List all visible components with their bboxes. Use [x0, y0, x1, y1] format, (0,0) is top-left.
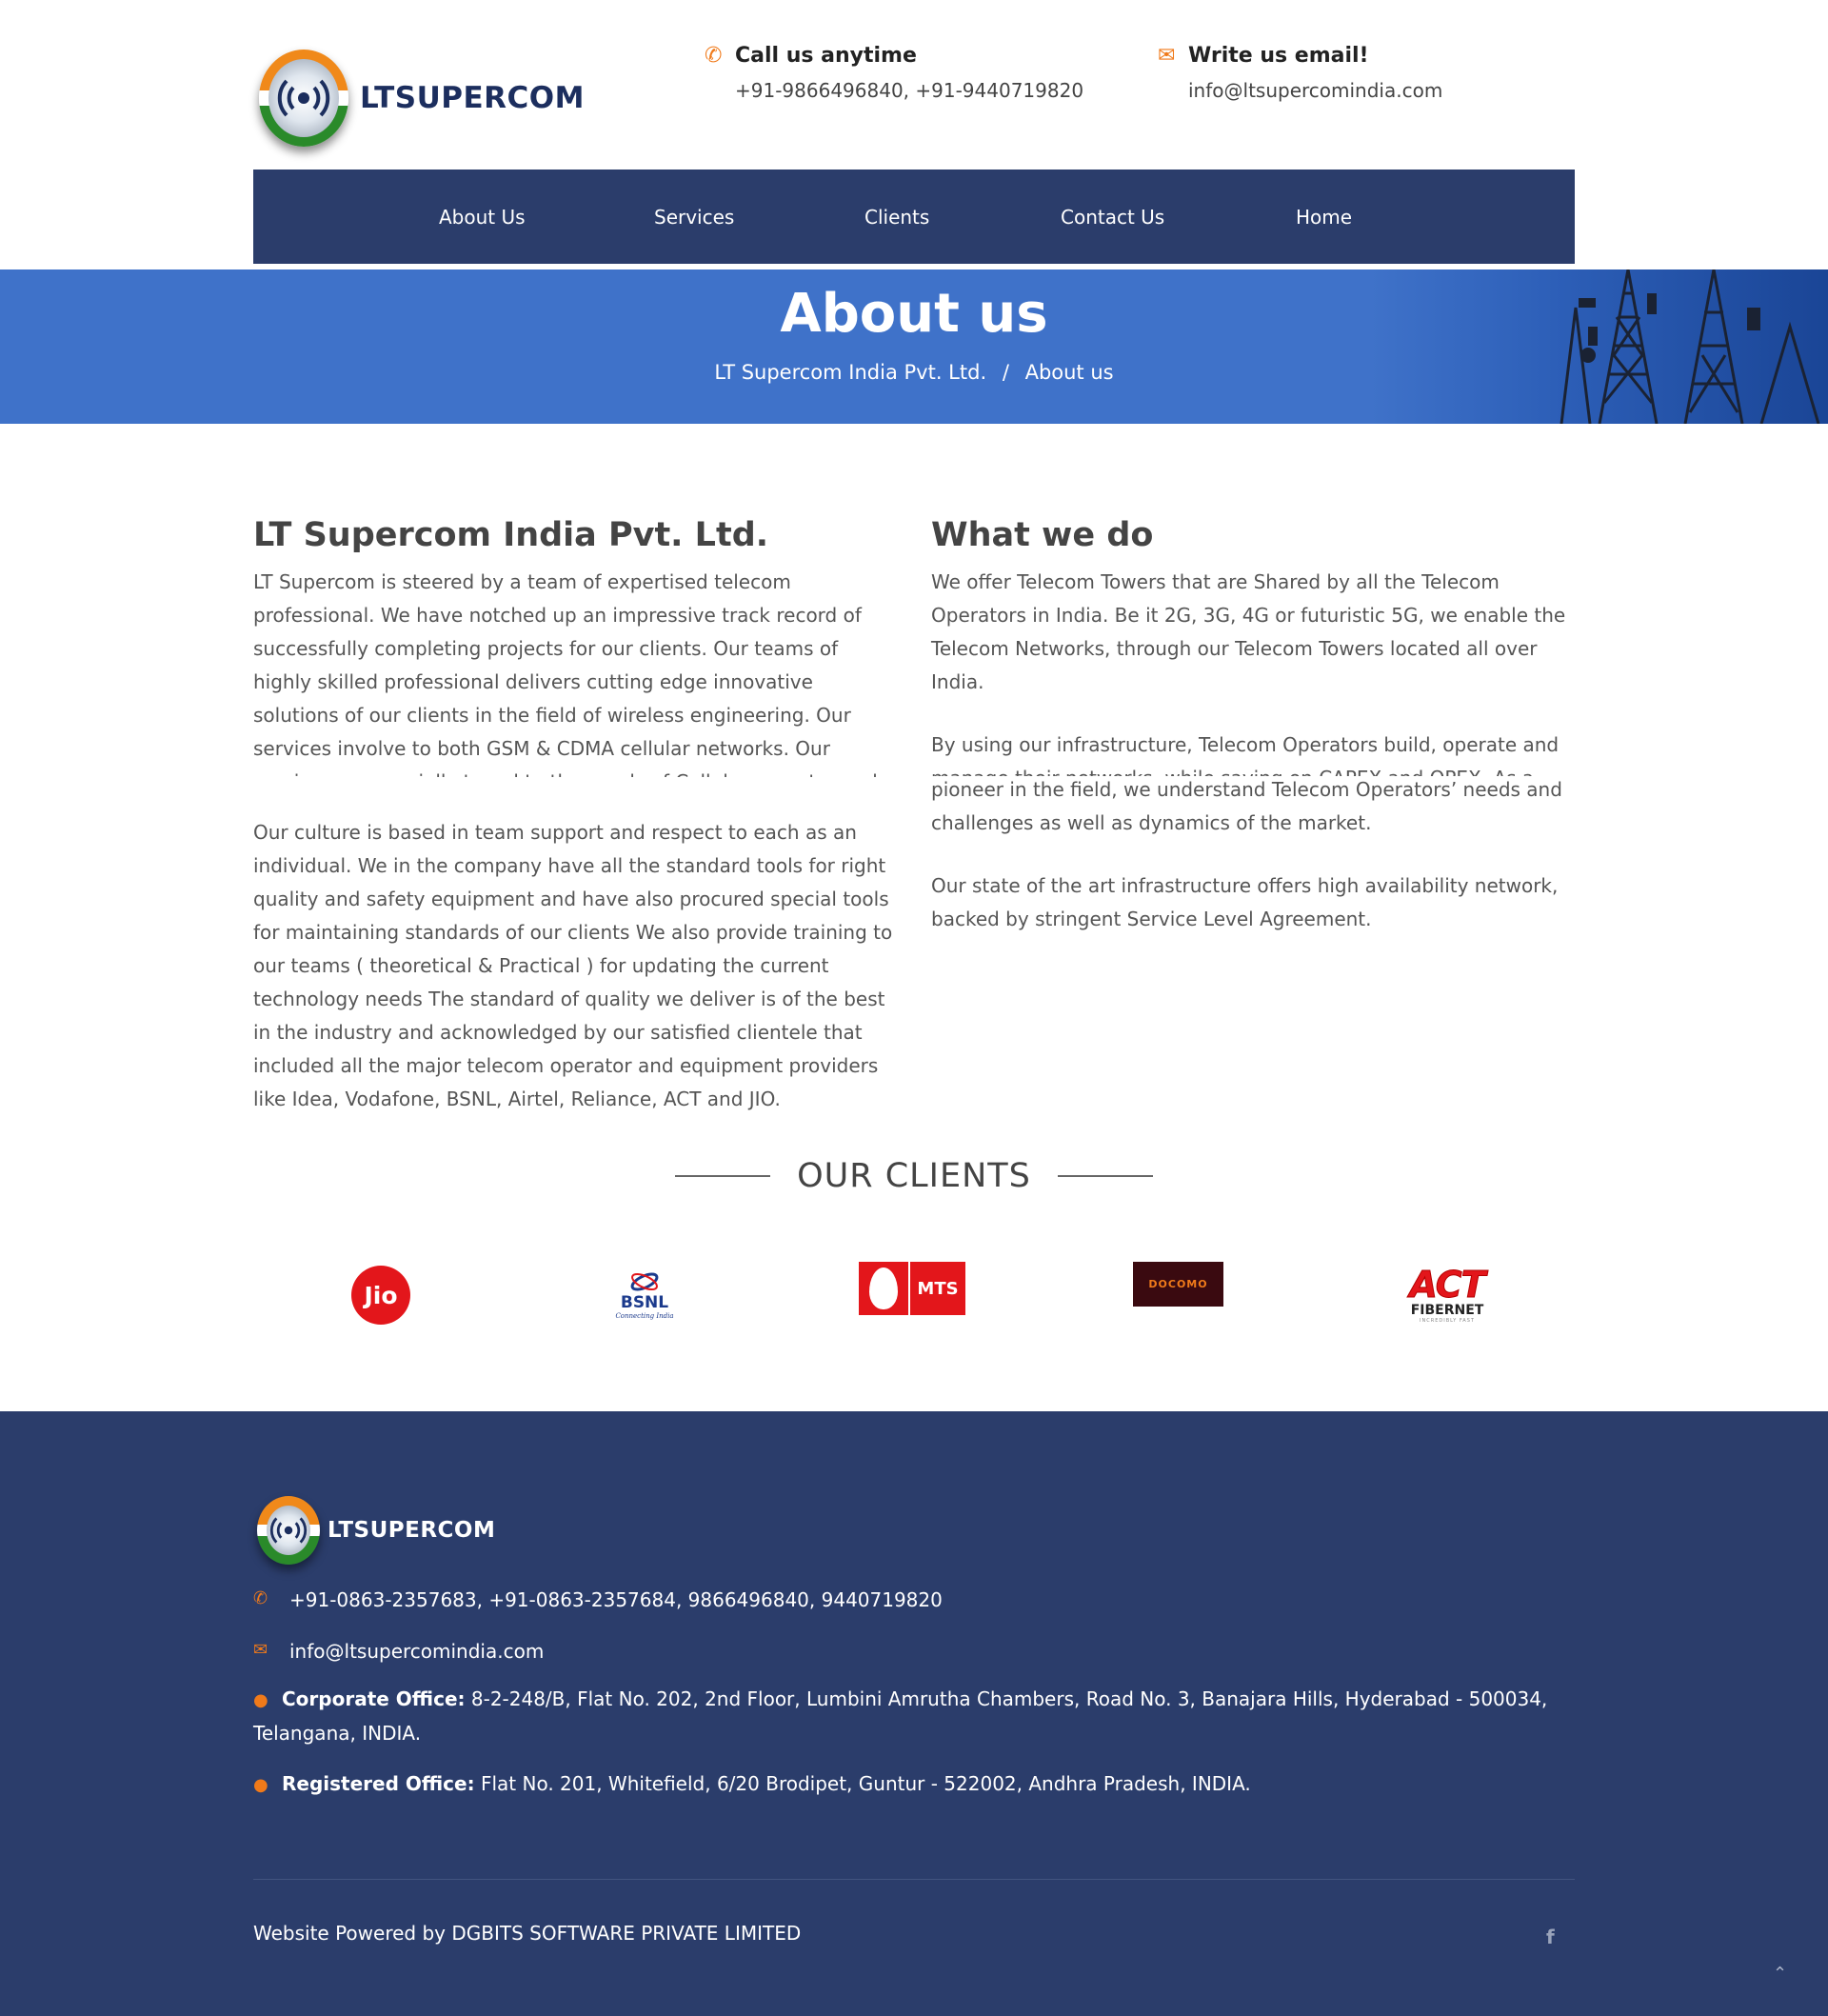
registered-office: ● Registered Office: Flat No. 201, Whitef…: [253, 1767, 1577, 1802]
corporate-office-label: Corporate Office:: [282, 1687, 466, 1710]
what-we-do-paragraph-2b: pioneer in the field, we understand Tele…: [931, 778, 1562, 834]
map-marker-icon: ●: [253, 1690, 268, 1710]
logo-text: LTSUPERCOM: [360, 81, 585, 115]
about-section: LT Supercom India Pvt. Ltd. LT Supercom …: [253, 516, 901, 1116]
page-title: About us: [780, 283, 1048, 345]
what-we-do-heading: What we do: [931, 516, 1154, 554]
bsnl-tagline: Connecting India: [615, 1312, 674, 1320]
breadcrumb-separator: /: [1002, 361, 1009, 384]
footer-phone[interactable]: +91-0863-2357683, +91-0863-2357684, 9866…: [289, 1588, 943, 1611]
breadcrumb: LT Supercom India Pvt. Ltd. / About us: [0, 361, 1828, 384]
facebook-icon[interactable]: f: [1546, 1926, 1555, 1948]
client-logo-docomo[interactable]: DOCOMO: [1133, 1262, 1223, 1307]
footer-phone-row: ✆ +91-0863-2357683, +91-0863-2357684, 98…: [253, 1588, 943, 1611]
what-we-do-paragraph-2a: By using our infrastructure, Telecom Ope…: [931, 733, 1560, 776]
footer-email[interactable]: info@ltsupercomindia.com: [289, 1640, 544, 1663]
client-logo-mts[interactable]: MTS: [859, 1262, 965, 1315]
nav-item-about-us[interactable]: About Us: [439, 206, 526, 229]
client-logo-jio[interactable]: Jio: [350, 1262, 411, 1328]
main-nav: About Us Services Clients Contact Us Hom…: [253, 170, 1575, 264]
phone-icon: ✆: [705, 44, 723, 68]
powered-by[interactable]: Website Powered by DGBITS SOFTWARE PRIVA…: [253, 1922, 801, 1945]
footer-logo[interactable]: LTSUPERCOM: [257, 1496, 495, 1565]
call-block: ✆ Call us anytime +91-9866496840, +91-94…: [705, 44, 1083, 102]
breadcrumb-home[interactable]: LT Supercom India Pvt. Ltd.: [714, 361, 986, 384]
chevron-up-icon[interactable]: ⌃: [1773, 1964, 1787, 1984]
envelope-icon: ✉: [253, 1640, 268, 1660]
act-logo-text: ACT: [1409, 1264, 1486, 1306]
footer-divider: [253, 1879, 1575, 1880]
act-tagline: INCREDIBLY FAST: [1420, 1318, 1475, 1324]
site-header: LTSUPERCOM ✆ Call us anytime +91-9866496…: [253, 0, 1575, 170]
nav-item-contact-us[interactable]: Contact Us: [1061, 206, 1164, 229]
what-we-do-paragraph-1: We offer Telecom Towers that are Shared …: [931, 570, 1566, 693]
about-heading: LT Supercom India Pvt. Ltd.: [253, 516, 769, 554]
clients-title: OUR CLIENTS: [797, 1157, 1031, 1195]
heading-divider-right: [1057, 1175, 1153, 1177]
mts-logo-text: MTS: [917, 1278, 959, 1299]
page-banner: About us LT Supercom India Pvt. Ltd. / A…: [0, 269, 1828, 424]
heading-divider-left: [675, 1175, 771, 1177]
email-block: ✉ Write us email! info@ltsupercomindia.c…: [1158, 44, 1442, 102]
nav-item-clients[interactable]: Clients: [864, 206, 929, 229]
what-we-do-paragraph-3: Our state of the art infrastructure offe…: [931, 874, 1559, 930]
act-fibernet-text: FIBERNET: [1410, 1303, 1484, 1318]
map-marker-icon: ●: [253, 1775, 268, 1795]
nav-item-services[interactable]: Services: [654, 206, 734, 229]
footer-email-row: ✉ info@ltsupercomindia.com: [253, 1640, 544, 1663]
site-footer: LTSUPERCOM ✆ +91-0863-2357683, +91-0863-…: [0, 1411, 1828, 2016]
envelope-icon: ✉: [1158, 44, 1176, 68]
bsnl-swirl-icon: [630, 1272, 659, 1291]
registered-office-address: Flat No. 201, Whitefield, 6/20 Brodipet,…: [474, 1772, 1251, 1795]
site-logo[interactable]: LTSUPERCOM: [259, 50, 585, 147]
email-value[interactable]: info@ltsupercomindia.com: [1188, 79, 1442, 102]
about-paragraph-2: Our culture is based in team support and…: [253, 821, 893, 1110]
call-value[interactable]: +91-9866496840, +91-9440719820: [735, 79, 1083, 102]
registered-office-label: Registered Office:: [282, 1772, 475, 1795]
logo-badge-icon: [259, 50, 348, 147]
call-title: Call us anytime: [735, 44, 917, 68]
breadcrumb-current: About us: [1024, 361, 1114, 384]
docomo-logo-text: DOCOMO: [1148, 1278, 1208, 1290]
nav-item-home[interactable]: Home: [1296, 206, 1352, 229]
client-logo-bsnl[interactable]: BSNL Connecting India: [613, 1262, 676, 1328]
about-paragraph-1: LT Supercom is steered by a team of expe…: [253, 570, 878, 777]
bsnl-logo-text: BSNL: [620, 1293, 669, 1312]
what-we-do-section: What we do We offer Telecom Towers that …: [931, 516, 1579, 936]
footer-logo-badge-icon: [257, 1496, 320, 1565]
jio-logo-text: Jio: [364, 1281, 398, 1309]
client-logo-act[interactable]: ACT FIBERNET INCREDIBLY FAST: [1400, 1262, 1495, 1328]
corporate-office: ● Corporate Office: 8-2-248/B, Flat No. 2…: [253, 1683, 1577, 1750]
clients-heading: OUR CLIENTS: [0, 1157, 1828, 1195]
phone-icon: ✆: [253, 1588, 268, 1608]
footer-logo-text: LTSUPERCOM: [328, 1518, 496, 1543]
email-title: Write us email!: [1188, 44, 1369, 68]
